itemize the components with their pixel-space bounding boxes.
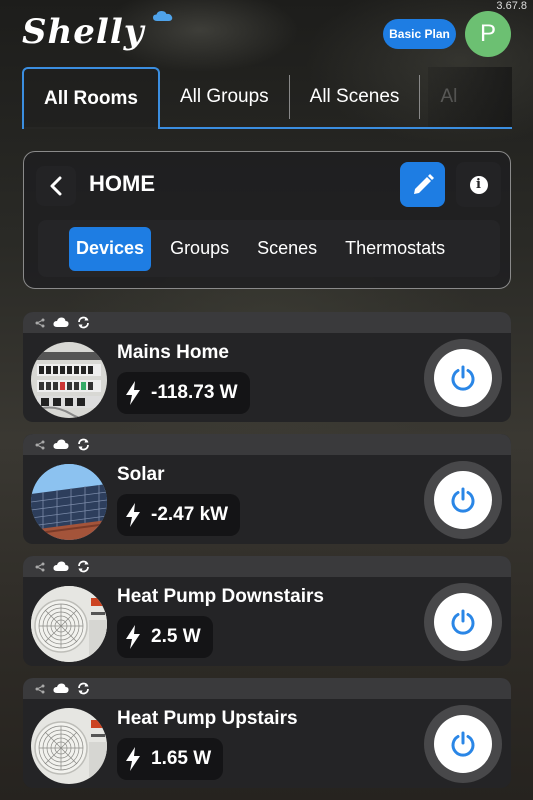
cloud-icon	[53, 561, 69, 571]
tab-fade-overlay	[428, 67, 512, 127]
edit-button[interactable]	[400, 162, 445, 207]
power-toggle[interactable]	[424, 339, 502, 417]
card-status-bar	[23, 556, 511, 577]
device-name: Heat Pump Upstairs	[117, 708, 298, 729]
cloud-icon	[153, 11, 173, 21]
info-icon: i	[469, 175, 488, 194]
device-card[interactable]: Mains Home -118.73 W	[23, 312, 511, 422]
device-image-solar-panels	[31, 464, 107, 540]
power-toggle-button[interactable]	[434, 593, 492, 651]
info-button[interactable]: i	[456, 162, 501, 207]
subtab-thermostats[interactable]: Thermostats	[336, 227, 454, 271]
sync-icon	[78, 316, 89, 329]
subtab-groups[interactable]: Groups	[161, 227, 238, 271]
power-icon	[451, 731, 475, 757]
cloud-icon	[53, 683, 69, 693]
tab-all-groups[interactable]: All Groups	[160, 67, 289, 127]
cloud-icon	[53, 439, 69, 449]
room-title: HOME	[89, 171, 155, 196]
avatar[interactable]: P	[465, 11, 511, 57]
share-icon	[35, 440, 45, 449]
version-label: 3.67.8	[496, 0, 527, 12]
power-toggle[interactable]	[424, 461, 502, 539]
lightning-icon	[126, 503, 140, 527]
power-icon	[451, 365, 475, 391]
power-value: -118.73 W	[151, 382, 238, 403]
room-panel: HOME i Devices Groups Scenes Thermostats	[23, 151, 511, 289]
card-status-bar	[23, 678, 511, 699]
lightning-icon	[126, 381, 140, 405]
device-card[interactable]: Heat Pump Downstairs 2.5 W	[23, 556, 511, 666]
device-name: Solar	[117, 464, 165, 485]
cloud-icon	[53, 317, 69, 327]
device-card[interactable]: Heat Pump Upstairs 1.65 W	[23, 678, 511, 788]
share-icon	[35, 684, 45, 693]
shelly-logo: Shelly	[22, 12, 145, 52]
device-image-heat-pump	[31, 586, 107, 662]
sync-icon	[78, 682, 89, 695]
device-image-heat-pump	[31, 708, 107, 784]
card-status-bar	[23, 434, 511, 455]
device-image-electrical-panel	[31, 342, 107, 418]
share-icon	[35, 318, 45, 327]
room-subtabs: Devices Groups Scenes Thermostats	[38, 220, 500, 277]
power-value: 2.5 W	[151, 626, 201, 647]
power-toggle[interactable]	[424, 583, 502, 661]
power-toggle[interactable]	[424, 705, 502, 783]
subtab-scenes[interactable]: Scenes	[248, 227, 326, 271]
power-icon	[451, 487, 475, 513]
device-name: Heat Pump Downstairs	[117, 586, 324, 607]
power-reading: 1.65 W	[117, 738, 224, 780]
device-card[interactable]: Solar -2.47 kW	[23, 434, 511, 544]
back-button[interactable]	[36, 166, 76, 206]
power-toggle-button[interactable]	[434, 715, 492, 773]
power-reading: -2.47 kW	[117, 494, 241, 536]
power-icon	[451, 609, 475, 635]
lightning-icon	[126, 625, 140, 649]
share-icon	[35, 562, 45, 571]
tab-all-rooms[interactable]: All Rooms	[22, 67, 160, 129]
chevron-left-icon	[50, 176, 62, 196]
pencil-icon	[413, 173, 434, 194]
sync-icon	[78, 438, 89, 451]
power-value: -2.47 kW	[151, 504, 229, 525]
power-toggle-button[interactable]	[434, 471, 492, 529]
power-reading: 2.5 W	[117, 616, 213, 658]
device-name: Mains Home	[117, 342, 229, 363]
top-tabs: All Rooms All Groups All Scenes Al	[22, 67, 512, 129]
lightning-icon	[126, 747, 140, 771]
power-value: 1.65 W	[151, 748, 212, 769]
subtab-devices[interactable]: Devices	[69, 226, 152, 271]
power-toggle-button[interactable]	[434, 349, 492, 407]
sync-icon	[78, 560, 89, 573]
tab-all-scenes[interactable]: All Scenes	[290, 67, 420, 127]
card-status-bar	[23, 312, 511, 333]
power-reading: -118.73 W	[117, 372, 250, 414]
plan-badge[interactable]: Basic Plan	[383, 19, 456, 49]
